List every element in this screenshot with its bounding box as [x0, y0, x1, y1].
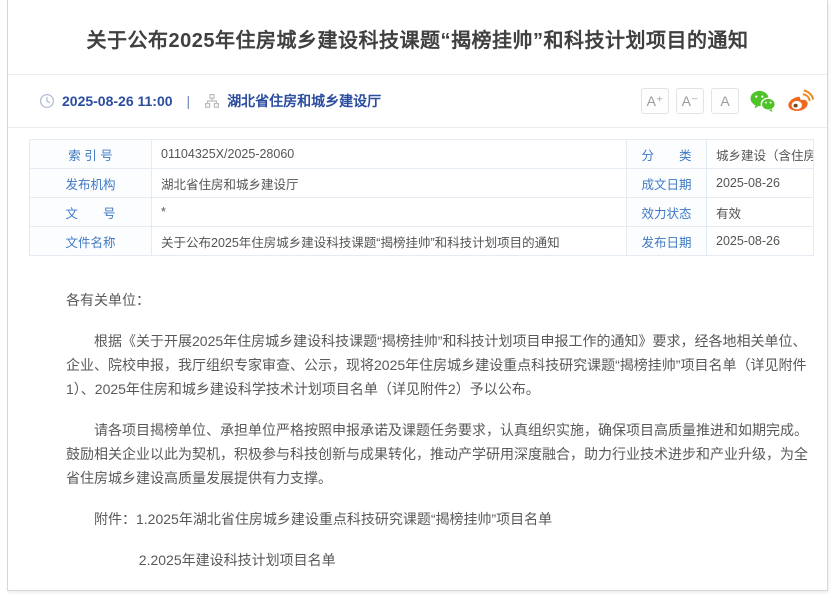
- issuing-agency-value: 湖北省住房和城乡建设厅: [152, 169, 627, 198]
- index-number-label: 索 引 号: [30, 140, 152, 169]
- meta-info: 2025-08-26 11:00 | 湖北省住房和城乡建设厅: [39, 91, 381, 111]
- table-row: 文 号 * 效力状态 有效: [30, 198, 814, 227]
- doc-number-label: 文 号: [30, 198, 152, 227]
- index-number-value: 01104325X/2025-28060: [152, 140, 627, 169]
- clock-icon: [39, 93, 55, 109]
- document-body: 各有关单位： 根据《关于开展2025年住房城乡建设科技课题“揭榜挂帅”和科技计划…: [8, 256, 827, 591]
- written-date-label: 成文日期: [627, 169, 707, 198]
- document-info-table: 索 引 号 01104325X/2025-28060 分 类 城乡建设（含住房）…: [29, 139, 814, 256]
- page-title: 关于公布2025年住房城乡建设科技课题“揭榜挂帅”和科技计划项目的通知: [87, 28, 749, 54]
- sitemap-icon: [204, 93, 220, 109]
- table-row: 文件名称 关于公布2025年住房城乡建设科技课题“揭榜挂帅”和科技计划项目的通知…: [30, 227, 814, 256]
- table-row: 索 引 号 01104325X/2025-28060 分 类 城乡建设（含住房）: [30, 140, 814, 169]
- title-bar: 关于公布2025年住房城乡建设科技课题“揭榜挂帅”和科技计划项目的通知: [8, 0, 827, 75]
- notice-page: 关于公布2025年住房城乡建设科技课题“揭榜挂帅”和科技计划项目的通知 2025…: [7, 0, 828, 591]
- paragraph-2: 请各项目揭榜单位、承担单位严格按照申报承诺及课题任务要求，认真组织实施，确保项目…: [66, 418, 812, 490]
- weibo-share-icon[interactable]: [786, 89, 814, 113]
- table-row: 发布机构 湖北省住房和城乡建设厅 成文日期 2025-08-26: [30, 169, 814, 198]
- written-date-value: 2025-08-26: [707, 169, 814, 198]
- greeting: 各有关单位：: [66, 288, 812, 312]
- meta-bar: 2025-08-26 11:00 | 湖北省住房和城乡建设厅 A⁺ A⁻ A: [8, 75, 827, 128]
- publisher-name: 湖北省住房和城乡建设厅: [227, 91, 381, 111]
- doc-number-value: *: [152, 198, 627, 227]
- meta-separator: |: [187, 93, 191, 109]
- validity-value: 有效: [707, 198, 814, 227]
- issuing-agency-label: 发布机构: [30, 169, 152, 198]
- category-label: 分 类: [627, 140, 707, 169]
- attachment-item-2: 2.2025年建设科技计划项目名单: [66, 548, 812, 572]
- publish-datetime: 2025-08-26 11:00: [62, 93, 173, 109]
- attachment-item-1: 附件：1.2025年湖北省住房城乡建设重点科技研究课题“揭榜挂帅”项目名单: [66, 507, 812, 531]
- font-smaller-button[interactable]: A⁻: [676, 88, 704, 114]
- meta-tools: A⁺ A⁻ A: [634, 88, 814, 114]
- font-larger-button[interactable]: A⁺: [641, 88, 669, 114]
- font-reset-button[interactable]: A: [711, 88, 739, 114]
- category-value: 城乡建设（含住房）: [707, 140, 814, 169]
- publish-date-label: 发布日期: [627, 227, 707, 256]
- file-title-value: 关于公布2025年住房城乡建设科技课题“揭榜挂帅”和科技计划项目的通知: [152, 227, 627, 256]
- paragraph-1: 根据《关于开展2025年住房城乡建设科技课题“揭榜挂帅”和科技计划项目申报工作的…: [66, 329, 812, 401]
- file-title-label: 文件名称: [30, 227, 152, 256]
- publish-date-value: 2025-08-26: [707, 227, 814, 256]
- validity-label: 效力状态: [627, 198, 707, 227]
- wechat-share-icon[interactable]: [749, 89, 776, 113]
